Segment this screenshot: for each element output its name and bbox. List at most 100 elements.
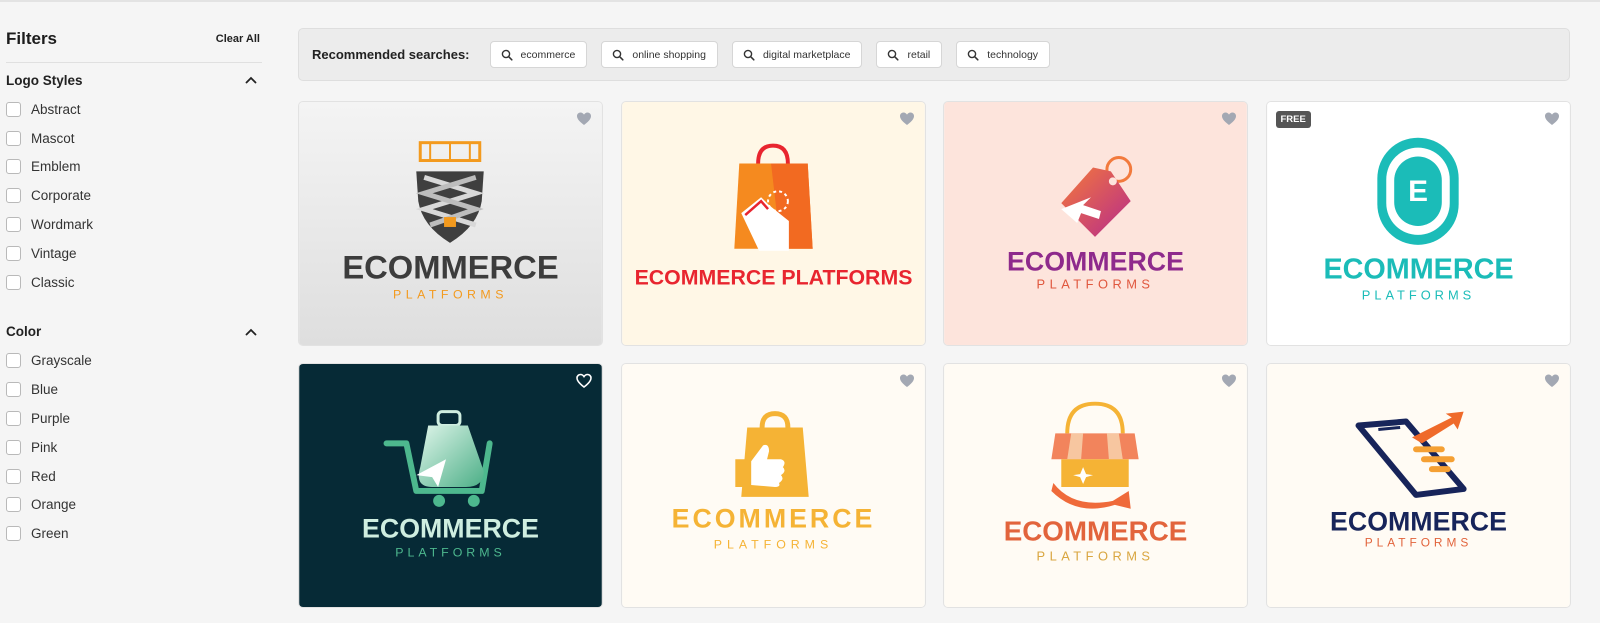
favorite-heart-icon[interactable] bbox=[1544, 111, 1560, 127]
checkbox[interactable] bbox=[6, 526, 21, 542]
option-label: Pink bbox=[31, 439, 58, 455]
logo-card[interactable]: ECOMMERCE PLATFORMS bbox=[298, 101, 603, 346]
checkbox[interactable] bbox=[6, 217, 21, 233]
option-label: Mascot bbox=[31, 130, 75, 146]
filters-sidebar: Filters Clear All Logo Styles Abstract M… bbox=[6, 26, 262, 548]
checkbox[interactable] bbox=[6, 274, 21, 290]
chevron-up-icon bbox=[245, 76, 257, 84]
logo-wordmark: ECOMMERCE bbox=[671, 504, 875, 534]
logo-card[interactable]: ECOMMERCE PLATFORMS bbox=[298, 363, 603, 608]
favorite-heart-icon[interactable] bbox=[576, 111, 592, 127]
checkbox[interactable] bbox=[6, 101, 21, 117]
filter-option-purple[interactable]: Purple bbox=[6, 404, 262, 433]
clear-all-button[interactable]: Clear All bbox=[216, 33, 260, 45]
filter-option-abstract[interactable]: Abstract bbox=[6, 95, 262, 124]
filter-option-vintage[interactable]: Vintage bbox=[6, 239, 262, 268]
filter-option-orange[interactable]: Orange bbox=[6, 491, 262, 520]
filter-section-logo-styles: Logo Styles Abstract Mascot Emblem Corpo… bbox=[6, 65, 262, 297]
checkbox[interactable] bbox=[6, 411, 21, 427]
chip-label: online shopping bbox=[632, 48, 706, 61]
recommended-searches-bar: Recommended searches: ecommerce online s… bbox=[298, 28, 1570, 81]
filter-option-green[interactable]: Green bbox=[6, 519, 262, 548]
checkbox[interactable] bbox=[6, 468, 21, 484]
logo-tagline: PLATFORMS bbox=[1037, 548, 1155, 563]
logo-wordmark: ECOMMERCE bbox=[362, 514, 539, 544]
filter-option-red[interactable]: Red bbox=[6, 462, 262, 491]
favorite-heart-icon[interactable] bbox=[576, 373, 592, 389]
filter-option-blue[interactable]: Blue bbox=[6, 375, 262, 404]
search-icon bbox=[501, 49, 513, 61]
logo-card[interactable]: ECOMMERCE PLATFORMS bbox=[620, 101, 926, 346]
logo-tagline: PLATFORMS bbox=[1364, 535, 1472, 549]
search-chip-online-shopping[interactable]: online shopping bbox=[601, 41, 718, 68]
filter-option-mascot[interactable]: Mascot bbox=[6, 124, 262, 153]
chip-label: digital marketplace bbox=[762, 48, 851, 61]
section-toggle-logo-styles[interactable]: Logo Styles bbox=[6, 65, 262, 95]
checkbox[interactable] bbox=[6, 188, 21, 204]
favorite-heart-icon[interactable] bbox=[1221, 373, 1237, 389]
search-chip-technology[interactable]: technology bbox=[956, 41, 1051, 68]
logo-wordmark: ECOMMERCE PLATFORMS bbox=[634, 265, 912, 289]
logo-preview: ECOMMERCE PLATFORMS bbox=[1266, 364, 1570, 607]
logo-card[interactable]: ECOMMERCE PLATFORMS bbox=[1265, 363, 1571, 608]
logo-tagline: PLATFORMS bbox=[713, 537, 832, 551]
checkbox[interactable] bbox=[6, 382, 21, 398]
favorite-heart-icon[interactable] bbox=[1221, 111, 1237, 127]
divider bbox=[6, 62, 262, 63]
filter-option-pink[interactable]: Pink bbox=[6, 433, 262, 462]
option-label: Vintage bbox=[31, 245, 77, 261]
search-chip-retail[interactable]: retail bbox=[876, 41, 943, 68]
option-label: Corporate bbox=[31, 188, 92, 204]
checkbox[interactable] bbox=[6, 245, 21, 261]
logo-wordmark: ECOMMERCE bbox=[1007, 247, 1184, 277]
option-label: Red bbox=[31, 468, 56, 484]
logo-preview: ECOMMERCE PLATFORMS bbox=[621, 102, 925, 345]
checkbox[interactable] bbox=[6, 130, 21, 146]
filter-option-grayscale[interactable]: Grayscale bbox=[6, 347, 262, 376]
checkbox[interactable] bbox=[6, 497, 21, 513]
logo-card[interactable]: ECOMMERCE PLATFORMS bbox=[943, 363, 1248, 608]
checkbox[interactable] bbox=[6, 159, 21, 175]
free-badge: FREE bbox=[1275, 111, 1311, 128]
option-label: Abstract bbox=[31, 101, 81, 117]
favorite-heart-icon[interactable] bbox=[1544, 373, 1560, 389]
filter-option-emblem[interactable]: Emblem bbox=[6, 153, 262, 182]
logo-preview: ECOMMERCE PLATFORMS bbox=[299, 364, 602, 607]
option-label: Emblem bbox=[31, 159, 81, 175]
logo-tagline: PLATFORMS bbox=[1361, 287, 1474, 302]
option-label: Purple bbox=[31, 411, 71, 427]
option-label: Wordmark bbox=[31, 217, 94, 233]
logo-preview: ECOMMERCE PLATFORMS bbox=[299, 102, 602, 345]
search-chip-ecommerce[interactable]: ecommerce bbox=[489, 41, 588, 68]
favorite-heart-icon[interactable] bbox=[899, 111, 915, 127]
logo-card[interactable]: ECOMMERCE PLATFORMS bbox=[620, 363, 926, 608]
filter-option-corporate[interactable]: Corporate bbox=[6, 181, 262, 210]
top-border bbox=[0, 0, 1600, 2]
chevron-up-icon bbox=[245, 328, 257, 335]
logo-card[interactable]: ECOMMERCE PLATFORMS bbox=[943, 101, 1248, 346]
logo-card[interactable]: E ECOMMERCE PLATFORMS FREE bbox=[1265, 101, 1571, 346]
logo-tagline: PLATFORMS bbox=[393, 287, 508, 301]
favorite-heart-icon[interactable] bbox=[899, 373, 915, 389]
filter-option-wordmark[interactable]: Wordmark bbox=[6, 210, 262, 239]
logo-preview: ECOMMERCE PLATFORMS bbox=[944, 102, 1247, 345]
option-label: Blue bbox=[31, 382, 59, 398]
card-background bbox=[1266, 364, 1570, 607]
section-title: Color bbox=[6, 324, 42, 340]
filter-option-classic[interactable]: Classic bbox=[6, 268, 262, 297]
checkbox[interactable] bbox=[6, 353, 21, 369]
logo-wordmark: ECOMMERCE bbox=[1004, 516, 1188, 547]
filters-title: Filters bbox=[6, 29, 58, 48]
checkbox[interactable] bbox=[6, 439, 21, 455]
recommended-label: Recommended searches: bbox=[312, 47, 470, 62]
logo-wordmark: ECOMMERCE bbox=[1323, 254, 1513, 286]
logo-tagline: PLATFORMS bbox=[395, 545, 505, 559]
search-icon bbox=[743, 49, 755, 61]
letter-e-badge-icon: E bbox=[1376, 137, 1459, 245]
search-chip-digital-marketplace[interactable]: digital marketplace bbox=[731, 41, 863, 68]
section-title: Logo Styles bbox=[6, 72, 83, 88]
section-toggle-color[interactable]: Color bbox=[6, 317, 262, 347]
svg-text:E: E bbox=[1408, 175, 1428, 208]
search-icon bbox=[613, 49, 624, 61]
logo-preview: E ECOMMERCE PLATFORMS bbox=[1266, 102, 1570, 345]
